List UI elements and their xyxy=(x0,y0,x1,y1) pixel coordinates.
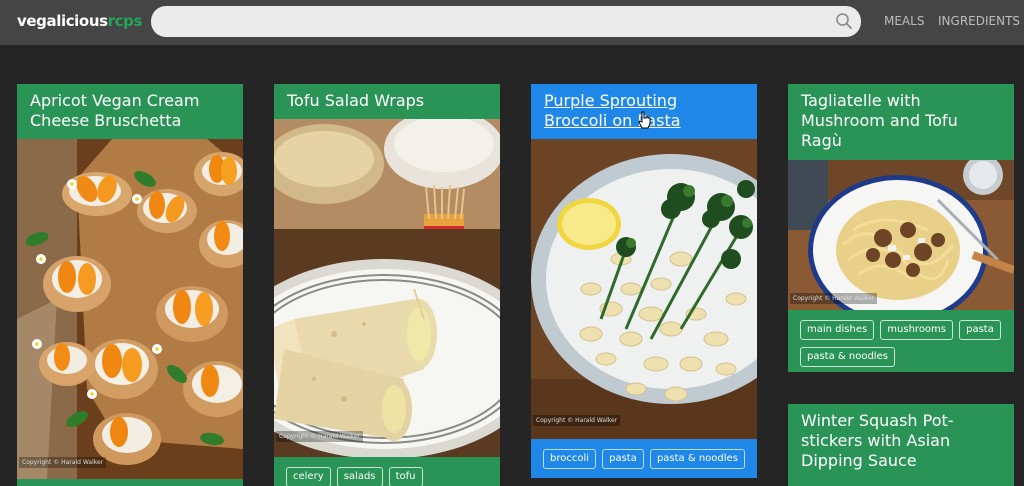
recipe-card[interactable]: Purple Sprouting Broccoli on Pasta Copyr… xyxy=(531,84,757,478)
tag-list: broccoli pasta pasta & noodles xyxy=(531,439,757,478)
image-copyright: Copyright © Harald Walker xyxy=(533,415,621,426)
recipe-card[interactable]: Apricot Vegan Cream Cheese Bruschetta Co… xyxy=(17,84,243,486)
tag-celery[interactable]: celery xyxy=(286,467,331,486)
recipe-title[interactable]: Tofu Salad Wraps xyxy=(274,84,500,119)
logo-accent-text: rcps xyxy=(107,12,143,30)
site-logo[interactable]: vegaliciousrcps xyxy=(17,12,142,30)
tag-mushrooms[interactable]: mushrooms xyxy=(880,320,954,340)
recipe-title[interactable]: Winter Squash Pot-stickers with Asian Di… xyxy=(788,404,1014,486)
tag-main-dishes[interactable]: main dishes xyxy=(800,320,875,340)
recipe-image[interactable]: Copyright © Harald Walker xyxy=(274,119,500,457)
recipe-title-link[interactable]: Tagliatelle with Mushroom and Tofu Ragù xyxy=(801,91,958,150)
nav-meals[interactable]: MEALS xyxy=(884,14,924,28)
top-bar: vegaliciousrcps MEALS INGREDIENTS xyxy=(0,0,1024,45)
image-copyright: Copyright © Harald Walker xyxy=(790,293,878,304)
nav-ingredients[interactable]: INGREDIENTS xyxy=(938,14,1020,28)
bruschetta-photo xyxy=(17,139,243,479)
tag-bar xyxy=(17,479,243,486)
recipe-image[interactable]: Copyright © Harald Walker xyxy=(17,139,243,479)
tag-pasta[interactable]: pasta xyxy=(602,449,644,469)
tagliatelle-photo xyxy=(788,160,1014,310)
tag-broccoli[interactable]: broccoli xyxy=(543,449,597,469)
recipe-title-link[interactable]: Winter Squash Pot-stickers with Asian Di… xyxy=(801,411,954,470)
tag-list: celery salads tofu xyxy=(274,457,500,486)
tag-pasta[interactable]: pasta xyxy=(959,320,1001,340)
search-icon[interactable] xyxy=(835,12,853,30)
recipe-title-link[interactable]: Apricot Vegan Cream Cheese Bruschetta xyxy=(30,91,199,130)
broccoli-pasta-photo xyxy=(531,139,757,439)
recipe-image[interactable]: Copyright © Harald Walker xyxy=(788,160,1014,310)
image-copyright: Copyright © Harald Walker xyxy=(19,457,107,468)
recipe-title-link[interactable]: Tofu Salad Wraps xyxy=(287,91,424,110)
hand-cursor-icon xyxy=(638,111,651,129)
recipe-title[interactable]: Tagliatelle with Mushroom and Tofu Ragù xyxy=(788,84,1014,160)
recipe-card[interactable]: Tofu Salad Wraps Copyright © Harald Walk… xyxy=(274,84,500,486)
tag-list: main dishes mushrooms pasta pasta & nood… xyxy=(788,310,1014,372)
tag-salads[interactable]: salads xyxy=(336,467,383,486)
search-input[interactable] xyxy=(165,12,815,31)
tofu-wraps-photo xyxy=(274,119,500,457)
tag-pasta-noodles[interactable]: pasta & noodles xyxy=(649,449,745,469)
tag-pasta-noodles[interactable]: pasta & noodles xyxy=(800,347,895,367)
recipe-title[interactable]: Apricot Vegan Cream Cheese Bruschetta xyxy=(17,84,243,139)
logo-text: vegalicious xyxy=(17,12,108,30)
tag-tofu[interactable]: tofu xyxy=(388,467,423,486)
recipe-title-link[interactable]: Purple Sprouting Broccoli on Pasta xyxy=(544,91,681,130)
search-box[interactable] xyxy=(151,6,861,37)
recipe-card[interactable]: Tagliatelle with Mushroom and Tofu Ragù xyxy=(788,84,1014,372)
recipe-image[interactable]: Copyright © Harald Walker xyxy=(531,139,757,439)
recipe-card[interactable]: Winter Squash Pot-stickers with Asian Di… xyxy=(788,404,1014,486)
image-copyright: Copyright © Harald Walker xyxy=(276,431,364,442)
